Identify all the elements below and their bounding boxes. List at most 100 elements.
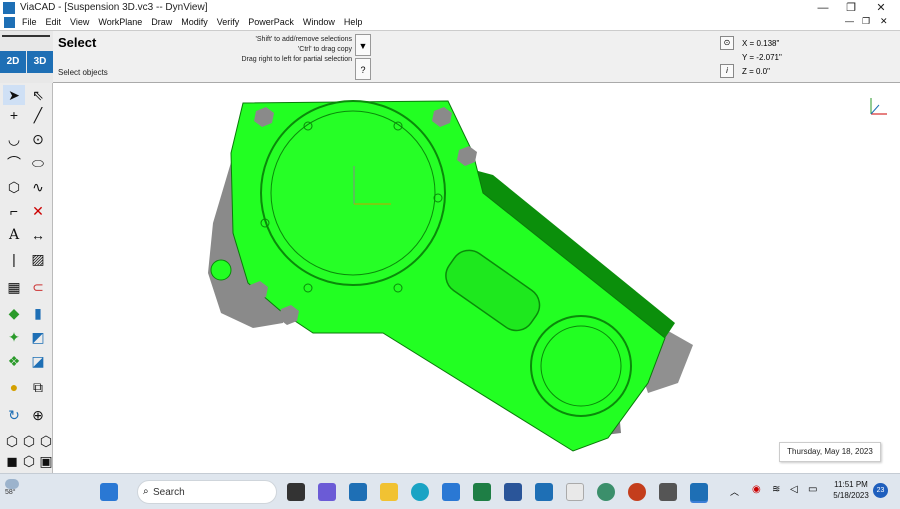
- menu-powerpack[interactable]: PowerPack: [248, 17, 294, 27]
- maximize-button[interactable]: ❐: [836, 1, 866, 15]
- volume-icon[interactable]: ◁: [790, 484, 798, 495]
- revolve-icon[interactable]: ✦: [3, 327, 25, 347]
- light-icon[interactable]: ●: [3, 377, 25, 397]
- solid-icon[interactable]: ◩: [27, 327, 49, 347]
- drawing-viewport[interactable]: [53, 83, 900, 473]
- prompt-buttons: ▼ ?: [355, 34, 371, 82]
- taskbar: 58° ⌕ Search ︿ ◉ ≋ ◁ ▭ 11:51 PM 5/18/202…: [0, 473, 900, 509]
- chat-icon[interactable]: [318, 483, 336, 501]
- tray-app-icon[interactable]: ◉: [752, 484, 761, 495]
- start-windows-icon[interactable]: [100, 483, 118, 501]
- minimize-button[interactable]: —: [808, 1, 838, 15]
- text-icon[interactable]: A: [3, 225, 25, 245]
- view-2d-button[interactable]: 2D: [0, 51, 26, 73]
- battery-icon[interactable]: ▭: [808, 484, 817, 495]
- prompt-hints: 'Shift' to add/remove selections 'Ctrl' …: [200, 35, 353, 65]
- menu-window[interactable]: Window: [303, 17, 335, 27]
- weather-widget[interactable]: 58°: [5, 479, 19, 496]
- ellipse-icon[interactable]: ⬭: [27, 153, 49, 173]
- zoom-icon[interactable]: ⊕: [27, 405, 49, 425]
- main-bore: [260, 100, 446, 286]
- dowel-hole: [210, 259, 232, 281]
- wifi-icon[interactable]: ≋: [772, 484, 780, 495]
- menu-bar: File Edit View WorkPlane Draw Modify Ver…: [0, 16, 900, 30]
- dimension-icon[interactable]: ↔: [27, 225, 49, 245]
- circle-icon[interactable]: ⊙: [27, 129, 49, 149]
- info-icon[interactable]: i: [720, 64, 734, 78]
- spline-icon[interactable]: ∿: [27, 177, 49, 197]
- hint-ctrl: 'Ctrl' to drag copy: [297, 46, 352, 53]
- rotate-view-icon[interactable]: ↻: [3, 405, 25, 425]
- document-icon[interactable]: [4, 17, 15, 28]
- target-icon[interactable]: ⊙: [720, 36, 734, 50]
- tray-chevron-icon[interactable]: ︿: [730, 485, 739, 498]
- line-icon[interactable]: ╱: [27, 105, 49, 125]
- clock[interactable]: 11:51 PM 5/18/2023: [826, 479, 876, 501]
- tool-palette: ➤ ⇖ + ╱ ◡ ⊙ ⌒ ⬭ ⬡ ∿ ⌐ ✕ A ↔ | ▨ ▦ ⊂ ◆ ▮ …: [0, 83, 53, 473]
- view-mode-panel: 2D 3D: [0, 31, 53, 84]
- menu-modify[interactable]: Modify: [181, 17, 208, 27]
- clock-date: 5/18/2023: [833, 491, 869, 500]
- end-boss: [530, 315, 632, 417]
- menu-verify[interactable]: Verify: [217, 17, 240, 27]
- curve-arc-icon[interactable]: ⌒: [3, 153, 25, 173]
- menu-edit[interactable]: Edit: [46, 17, 62, 27]
- todo-icon[interactable]: [442, 483, 460, 501]
- search-placeholder: Search: [153, 487, 185, 498]
- chrome-icon[interactable]: [566, 483, 584, 501]
- search-box[interactable]: ⌕ Search: [137, 480, 277, 504]
- menu-view[interactable]: View: [70, 17, 89, 27]
- menu-help[interactable]: Help: [344, 17, 363, 27]
- app-icon[interactable]: [504, 483, 522, 501]
- fillet-icon[interactable]: ⌐: [3, 201, 25, 221]
- sweep-icon[interactable]: ❖: [3, 351, 25, 371]
- prompt-bar: 2D 3D Select Select objects 'Shift' to a…: [0, 30, 900, 84]
- calculator-icon[interactable]: [659, 483, 677, 501]
- edge-icon[interactable]: [411, 483, 429, 501]
- app2-icon[interactable]: [535, 483, 553, 501]
- model-canvas[interactable]: [53, 83, 900, 473]
- grid-icon[interactable]: ▦: [3, 277, 25, 297]
- task-view-icon[interactable]: [287, 483, 305, 501]
- notification-badge[interactable]: 23: [873, 483, 888, 498]
- coordinate-panel: ⊙ i X = 0.138" Y = -2.071" Z = 0.0": [718, 31, 900, 84]
- mail-icon[interactable]: [349, 483, 367, 501]
- vertical-line-icon[interactable]: |: [3, 249, 25, 269]
- menu-workplane[interactable]: WorkPlane: [98, 17, 142, 27]
- menu-draw[interactable]: Draw: [151, 17, 172, 27]
- globe-icon[interactable]: [597, 483, 615, 501]
- boolean-icon[interactable]: ◪: [27, 351, 49, 371]
- prompt-subtitle: Select objects: [58, 68, 108, 77]
- powerpoint-icon[interactable]: [628, 483, 646, 501]
- extrude-icon[interactable]: ◆: [3, 303, 25, 323]
- snap-magnet-icon[interactable]: ⊂: [27, 277, 49, 297]
- weather-temp: 58°: [5, 489, 16, 496]
- prompt-help-button[interactable]: ?: [355, 58, 371, 80]
- layers-icon[interactable]: ⧉: [27, 377, 49, 397]
- file-explorer-icon[interactable]: [380, 483, 398, 501]
- cylinder-icon[interactable]: ▮: [27, 303, 49, 323]
- coord-y: Y = -2.071": [742, 53, 782, 62]
- arc-icon[interactable]: ◡: [3, 129, 25, 149]
- prompt-title: Select: [58, 35, 97, 50]
- view-3d-button[interactable]: 3D: [27, 51, 53, 73]
- polygon-icon[interactable]: ⬡: [3, 177, 25, 197]
- mdi-close-button[interactable]: ✕: [880, 16, 888, 27]
- select-arrow-icon[interactable]: ➤: [3, 85, 25, 105]
- excel-icon[interactable]: [473, 483, 491, 501]
- hatch-icon[interactable]: ▨: [27, 249, 49, 269]
- point-icon[interactable]: +: [3, 105, 25, 125]
- close-button[interactable]: ✕: [866, 1, 896, 15]
- viacad-taskbar-icon[interactable]: [690, 483, 708, 501]
- select-partial-icon[interactable]: ⇖: [27, 85, 49, 105]
- coord-z: Z = 0.0": [742, 67, 770, 76]
- mdi-minimize-button[interactable]: —: [845, 16, 854, 26]
- menu-file[interactable]: File: [22, 17, 37, 27]
- trim-icon[interactable]: ✕: [27, 201, 49, 221]
- cloud-icon: [5, 479, 19, 489]
- menu-items: File Edit View WorkPlane Draw Modify Ver…: [22, 17, 362, 27]
- prompt-dropdown-button[interactable]: ▼: [355, 34, 371, 56]
- coord-x: X = 0.138": [742, 39, 780, 48]
- mdi-maximize-button[interactable]: ❐: [862, 16, 870, 27]
- date-tooltip: Thursday, May 18, 2023: [779, 442, 881, 462]
